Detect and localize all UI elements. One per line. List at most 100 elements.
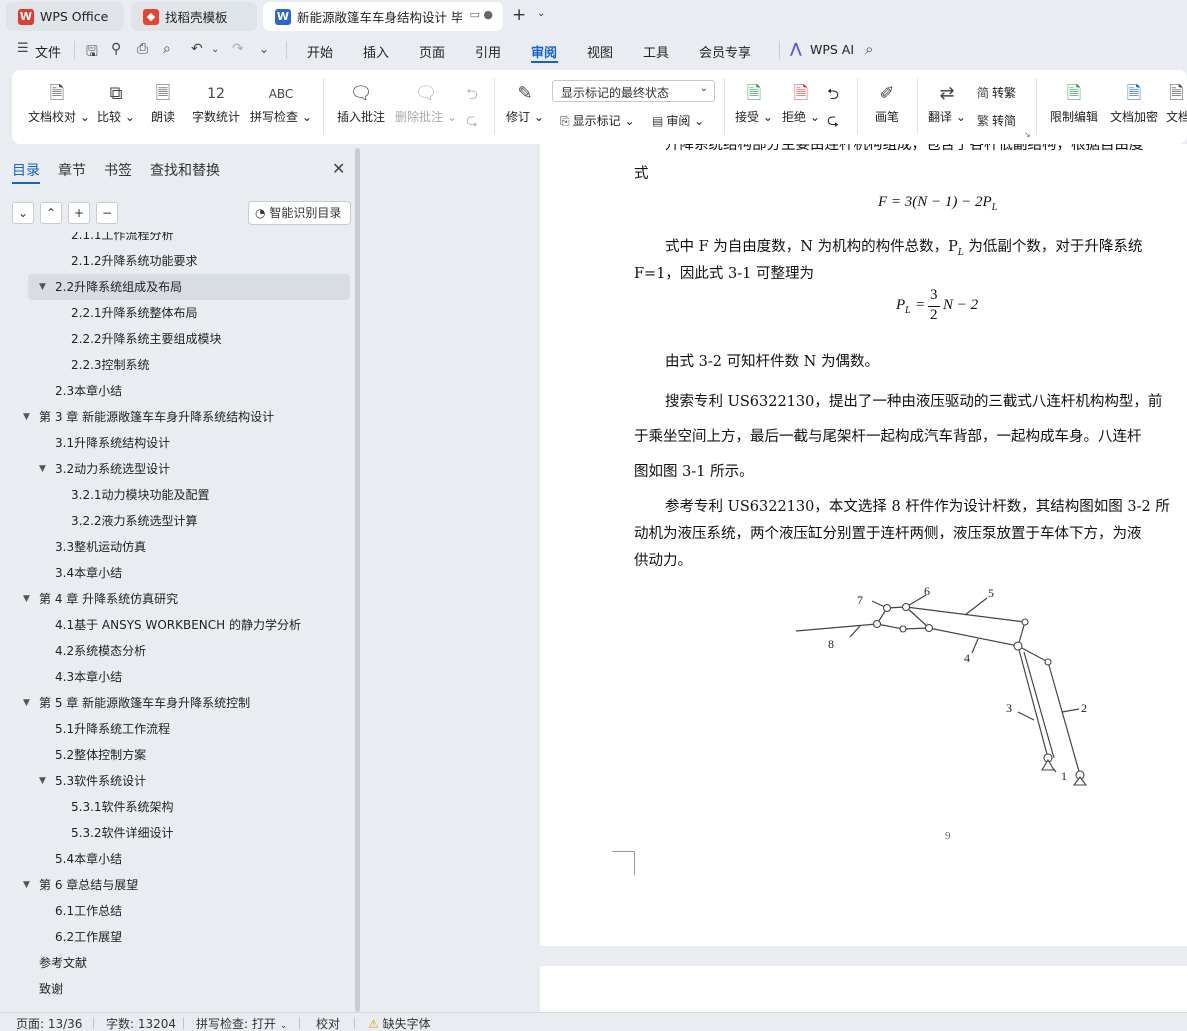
menu-reference[interactable]: 引用 bbox=[475, 42, 501, 61]
translate-button[interactable]: ⇄ 翻译 ⌄ bbox=[927, 80, 967, 125]
expand-up-button[interactable]: ⌃ bbox=[40, 202, 62, 224]
menu-file[interactable]: 文件 bbox=[35, 42, 61, 61]
search-icon[interactable]: ⌕ bbox=[865, 40, 873, 58]
previous-change-icon[interactable]: ⮌ bbox=[827, 84, 839, 109]
tab-chapters[interactable]: 章节 bbox=[58, 160, 86, 180]
toc-item[interactable]: 3.2.1动力模块功能及配置 bbox=[0, 482, 350, 508]
compare-button[interactable]: ⧉ 比较 ⌄ bbox=[96, 80, 136, 125]
toc-item[interactable]: 4.1基于 ANSYS WORKBENCH 的静力学分析 bbox=[0, 612, 350, 638]
tab-docer-templates[interactable]: ◆ 找稻壳模板 bbox=[131, 2, 257, 31]
menu-tools[interactable]: 工具 bbox=[643, 42, 669, 61]
accept-button[interactable]: 🗎 接受 ⌄ bbox=[734, 80, 774, 125]
to-simplified-button[interactable]: 繁转简 bbox=[977, 112, 1016, 129]
toc-item[interactable]: ▼ 3.2动力系统选型设计 bbox=[0, 456, 350, 482]
expand-toggle-icon[interactable]: ▼ bbox=[23, 404, 30, 430]
redo-icon[interactable]: ↷ bbox=[232, 41, 244, 57]
toc-item[interactable]: 3.2.2液力系统选型计算 bbox=[0, 508, 350, 534]
encrypt-button[interactable]: 🗎 文档加密 bbox=[1108, 80, 1160, 125]
toc-item[interactable]: 6.2工作展望 bbox=[0, 924, 350, 950]
restrict-edit-button[interactable]: 🗎 限制编辑 bbox=[1046, 80, 1102, 125]
menu-page[interactable]: 页面 bbox=[419, 42, 445, 61]
toc-item[interactable]: 2.2.2升降系统主要组成模块 bbox=[0, 326, 350, 352]
display-mode-select[interactable]: 显示标记的最终状态 ⌄ bbox=[552, 80, 715, 102]
new-tab-plus-icon[interactable]: + bbox=[512, 5, 526, 25]
toc-item[interactable]: 4.2系统模态分析 bbox=[0, 638, 350, 664]
next-change-icon[interactable]: ⮎ bbox=[827, 110, 839, 135]
toc-item[interactable]: 3.3整机运动仿真 bbox=[0, 534, 350, 560]
toc-item[interactable]: ▼ 5.3软件系统设计 bbox=[0, 768, 350, 794]
menu-review[interactable]: 审阅 bbox=[531, 42, 557, 61]
expand-toggle-icon[interactable]: ▼ bbox=[39, 768, 46, 794]
expand-toggle-icon[interactable]: ▼ bbox=[39, 456, 46, 482]
toc-item[interactable]: ▼ 2.2升降系统组成及布局 bbox=[28, 274, 350, 300]
toc-item[interactable]: 5.4本章小结 bbox=[0, 846, 350, 872]
add-heading-button[interactable]: + bbox=[68, 202, 90, 224]
toc-item[interactable]: 5.2整体控制方案 bbox=[0, 742, 350, 768]
toc-item[interactable]: ▼ 第 4 章 升降系统仿真研究 bbox=[0, 586, 350, 612]
toc-item[interactable]: 6.1工作总结 bbox=[0, 898, 350, 924]
toc-item[interactable]: 4.3本章小结 bbox=[0, 664, 350, 690]
toc-item[interactable]: 3.4本章小结 bbox=[0, 560, 350, 586]
more-dropdown-icon[interactable]: ⌄ bbox=[259, 42, 269, 56]
toc-item[interactable]: ▼ 第 5 章 新能源敞篷车车身升降系统控制 bbox=[0, 690, 350, 716]
spell-check-status[interactable]: 拼写检查: 打开 ⌄ bbox=[196, 1015, 287, 1031]
delete-comment-button[interactable]: 🗨 删除批注 ⌄ bbox=[395, 80, 457, 125]
toc-item[interactable]: 参考文献 bbox=[0, 950, 350, 976]
expand-group-icon[interactable]: ↘ bbox=[1024, 130, 1031, 139]
toc-item[interactable]: 5.1升降系统工作流程 bbox=[0, 716, 350, 742]
proofread-status[interactable]: 校对 bbox=[316, 1015, 340, 1031]
collapse-all-button[interactable]: ⌄ bbox=[12, 202, 34, 224]
doc-check-button[interactable]: 🗎 文档校对 ⌄ bbox=[28, 80, 90, 125]
toc-item[interactable]: 致谢 bbox=[0, 976, 350, 1002]
word-count-indicator[interactable]: 字数: 13204 bbox=[106, 1015, 176, 1031]
reject-button[interactable]: 🗎 拒绝 ⌄ bbox=[781, 80, 821, 125]
menu-member[interactable]: 会员专享 bbox=[699, 42, 751, 61]
menu-insert[interactable]: 插入 bbox=[363, 42, 389, 61]
previous-comment-icon[interactable]: ⮌ bbox=[466, 84, 478, 109]
word-count-button[interactable]: 12 字数统计 bbox=[189, 80, 243, 125]
toc-item[interactable]: 3.1升降系统结构设计 bbox=[0, 430, 350, 456]
insert-comment-button[interactable]: 🗨 插入批注 bbox=[334, 80, 388, 125]
tab-list-chevron-icon[interactable]: ⌄ bbox=[537, 8, 545, 19]
undo-icon[interactable]: ↶ bbox=[191, 41, 203, 57]
export-icon[interactable]: ⚲ bbox=[111, 41, 121, 57]
tab-wps-office[interactable]: W WPS Office bbox=[6, 2, 124, 31]
toc-item[interactable]: 5.3.2软件详细设计 bbox=[0, 820, 350, 846]
tab-bookmarks[interactable]: 书签 bbox=[104, 160, 132, 180]
draw-button[interactable]: ✐ 画笔 bbox=[867, 80, 907, 125]
doc-more-button[interactable]: 🗎 文档 bbox=[1166, 80, 1187, 125]
tab-toc[interactable]: 目录 bbox=[12, 160, 40, 180]
page-indicator[interactable]: 页面: 13/36 bbox=[16, 1015, 82, 1031]
toc-item[interactable]: ▼ 第 3 章 新能源敞篷车车身升降系统结构设计 bbox=[0, 404, 350, 430]
close-icon[interactable]: ✕ bbox=[332, 159, 345, 178]
wps-ai-logo-icon[interactable]: ⋀ bbox=[790, 41, 802, 57]
remove-heading-button[interactable]: − bbox=[96, 202, 118, 224]
print-preview-icon[interactable]: ⌕ bbox=[163, 41, 171, 57]
tab-current-document[interactable]: W 新能源敞篷车车身结构设计 毕 ▭ ● bbox=[263, 2, 503, 31]
expand-toggle-icon[interactable]: ▼ bbox=[23, 586, 30, 612]
toc-item[interactable]: 2.2.1升降系统整体布局 bbox=[0, 300, 350, 326]
menu-view[interactable]: 视图 bbox=[587, 42, 613, 61]
tab-find-replace[interactable]: 查找和替换 bbox=[150, 160, 220, 180]
review-pane-button[interactable]: ▤ 审阅 ⌄ bbox=[652, 112, 704, 129]
toc-item[interactable]: 2.2.3控制系统 bbox=[0, 352, 350, 378]
toc-item[interactable]: 2.1.1工作流程分析 bbox=[0, 232, 350, 248]
print-icon[interactable]: ⎙ bbox=[137, 41, 148, 57]
read-aloud-button[interactable]: 🗏 朗读 bbox=[146, 80, 180, 125]
scrollbar-thumb[interactable] bbox=[355, 148, 360, 1012]
missing-font-status[interactable]: ⚠ 缺失字体 bbox=[368, 1015, 431, 1031]
menu-home[interactable]: 开始 bbox=[307, 42, 333, 61]
nav-scrollbar[interactable] bbox=[355, 148, 361, 1012]
revise-button[interactable]: ✎ 修订 ⌄ bbox=[505, 80, 545, 125]
toc-item[interactable]: 2.3本章小结 bbox=[0, 378, 350, 404]
hamburger-menu-icon[interactable]: ☰ bbox=[17, 41, 29, 56]
next-comment-icon[interactable]: ⮎ bbox=[466, 110, 478, 135]
toc-item[interactable]: 5.3.1软件系统架构 bbox=[0, 794, 350, 820]
spell-check-button[interactable]: ABC 拼写检查 ⌄ bbox=[250, 80, 312, 125]
expand-toggle-icon[interactable]: ▼ bbox=[23, 872, 30, 898]
expand-toggle-icon[interactable]: ▼ bbox=[39, 274, 46, 300]
save-icon[interactable]: 🖫 bbox=[86, 41, 98, 65]
undo-dropdown-icon[interactable]: ⌄ bbox=[211, 44, 219, 55]
toc-item[interactable]: ▼ 第 6 章总结与展望 bbox=[0, 872, 350, 898]
toc-item[interactable]: 2.1.2升降系统功能要求 bbox=[0, 248, 350, 274]
